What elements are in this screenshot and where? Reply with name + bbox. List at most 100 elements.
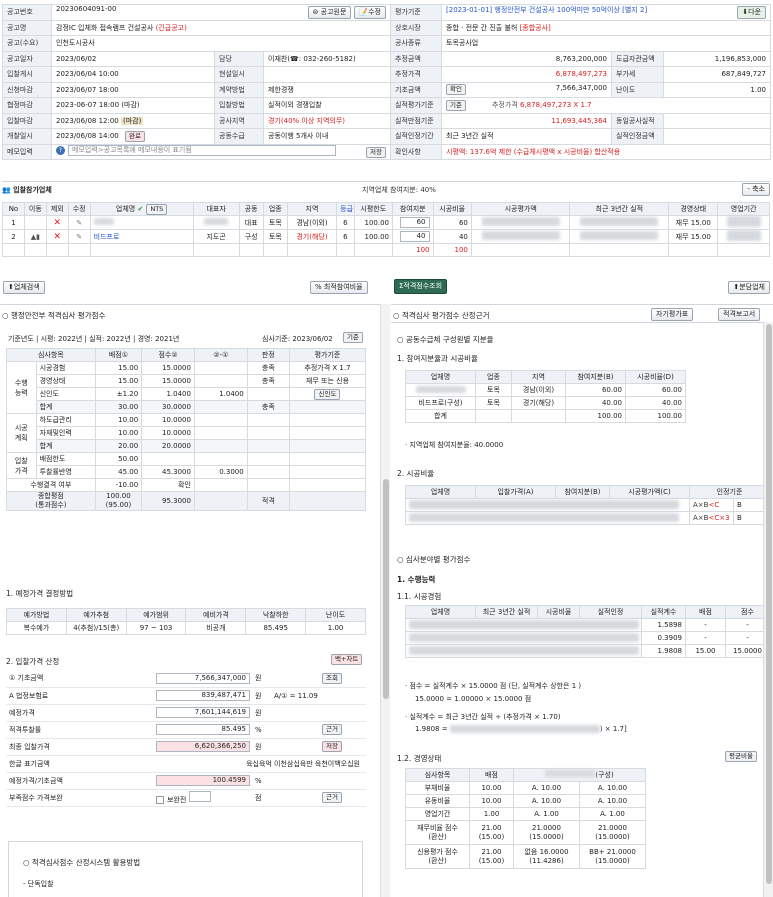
score-row: 종합평점 (통과점수) 100.00 (95.00) 95.3000 적격 (6, 491, 367, 511)
left-scrollbar[interactable] (380, 304, 390, 897)
supplement-checkbox[interactable] (156, 795, 164, 804)
self-eval-button[interactable]: 자기평가표 (651, 308, 694, 321)
score-group: 입찰가격 (6, 452, 37, 479)
mgmt-header: (구성) (513, 768, 646, 782)
move-icon[interactable]: ▲▮ (31, 233, 40, 241)
price-action-button[interactable]: 저장 (322, 741, 342, 752)
score-cell: 95.3000 (141, 491, 195, 511)
remove-icon[interactable]: ✕ (53, 218, 61, 228)
mgmt-row: 영업기간 1.00 A. 1.00 A. 1.00 (405, 807, 646, 821)
info-value: 기준 추정가격 6,878,497,273 X 1.7 (441, 97, 772, 114)
price-input[interactable]: 100.4599 (156, 775, 250, 786)
price-unit: 원 (252, 738, 272, 756)
share-input[interactable]: 40 (399, 231, 430, 242)
collapse-button[interactable]: - 축소 (742, 183, 770, 196)
participant-cell (717, 229, 770, 244)
price-input[interactable]: 85.495 (156, 724, 250, 735)
company-search-button[interactable]: ⬆업체검색 (3, 281, 45, 294)
chart-button[interactable]: 백+차트 (331, 654, 363, 665)
supplement-input[interactable] (188, 790, 211, 802)
credibility-button[interactable]: 신인도 (314, 388, 341, 400)
memo-input[interactable]: 메모입력>공고목록에 메모내용이 표기됨 (68, 145, 336, 157)
info-value: 감정IC 입체화 접속램프 건설공사 (긴급공고) (50, 19, 392, 36)
score-cell (193, 426, 248, 440)
participant-cell: 2 (2, 229, 25, 244)
info-label: 실적인정기간 (390, 128, 443, 145)
info-row: 공고(수요) 인천도시공사 공사종류 토목공사업 (2, 35, 772, 52)
done-tag: 완료 (124, 130, 145, 142)
mgmt-cell: 21.00 (15.00) (469, 820, 514, 845)
participant-cell: 토목 (262, 229, 288, 244)
experience-header: 배점 (685, 605, 726, 619)
s1-title: 1. 예정가격 결정방법 (6, 589, 74, 598)
score-cell: 투찰률반영 (35, 465, 96, 479)
price-unit: % (252, 721, 272, 739)
report-button[interactable]: 적격보고서 (718, 308, 761, 321)
score-cell (193, 491, 248, 511)
edit-icon[interactable]: ✎ (76, 219, 82, 227)
confirm-button[interactable]: 확인 (446, 84, 466, 96)
share-input[interactable]: 60 (399, 217, 430, 228)
score-cell (246, 387, 290, 401)
remove-icon[interactable]: ✕ (53, 232, 61, 242)
score-cell: 1.0400 (193, 387, 248, 401)
edit-button[interactable]: 📝수정 (354, 6, 387, 20)
score-cell (288, 452, 367, 466)
score-cell: 적격 (246, 491, 290, 511)
score-header: ②-① (193, 348, 248, 362)
score-cell: 충족 (246, 361, 290, 375)
price-row: 한글 표기금액 육십육억 이천삼십육만 육천이백오십원 (6, 755, 366, 773)
method-header: 난이도 (305, 608, 366, 622)
origin-button[interactable]: ⊜ 공고원문 (307, 6, 352, 20)
criteria-button[interactable]: 기준 (446, 99, 466, 111)
participant-cell (192, 215, 240, 230)
price-input[interactable]: 839,487,471 (156, 690, 250, 701)
exam-criteria-button[interactable]: 기준 (343, 332, 363, 343)
base-year: 기준년도 | 시평: 2022년 | 실적: 2022년 | 경영: 2021년 (8, 335, 180, 343)
price-action-button[interactable]: 근거 (322, 792, 342, 803)
price-input[interactable]: 6,620,366,250 (156, 741, 250, 752)
share-table: 업체명 업종 지역 참여지분(B) 시공비율(D) 토목 경남(이외) 60.00 60.00 비… (405, 370, 686, 423)
memo-save-button[interactable]: 저장 (366, 147, 387, 159)
participant-cell (262, 243, 288, 257)
price-label: 예정가격/기초금액 (6, 772, 156, 790)
score-row: 투찰률반영 45.00 45.3000 0.3000 (7, 465, 367, 479)
price-input[interactable]: 7,566,347,000 (156, 672, 250, 684)
info-value: ? 메모입력>공고목록에 메모내용이 표기됨 저장 (50, 143, 392, 160)
participant-cell (23, 243, 47, 257)
price-row: A 법정보험료 839,487,471 원 A/① = 11.09 (6, 687, 366, 705)
col-header: 영업기간 (717, 202, 770, 216)
col-header: 참여지분 (391, 202, 434, 216)
score-row: 합계 20.00 20.0000 (7, 439, 367, 453)
share-company-button[interactable]: ⬆분담업체 (728, 281, 770, 294)
participant-row: 2 ▲▮ ✕ ✎ 비드프로 지도곤 구성 토목 경기(해당) 6 100.00 40 40 재무 15.0… (2, 229, 770, 244)
info-value: 1.00 (663, 81, 772, 98)
col-header: 업종 (262, 202, 288, 216)
score-query-button[interactable]: Σ적격점수조회 (394, 279, 448, 294)
avg-ratio-button[interactable]: 평균비율 (725, 751, 757, 762)
help-icon[interactable]: ? (56, 146, 65, 156)
info-value: 2023/06/07 18:00 (51, 81, 215, 98)
info-row: 공고일자 2023/06/02 담당 이재찬(☎: 032-260-5182) 추정금액… (2, 50, 772, 67)
participant-cell (89, 215, 194, 230)
users-icon: 👥 (2, 186, 11, 194)
share-cell (475, 409, 512, 423)
right-scrollbar[interactable] (763, 322, 773, 897)
col-header: 등급 (336, 202, 355, 216)
price-input[interactable]: 7,601,144,619 (156, 707, 250, 718)
participant-cell (238, 243, 264, 257)
edit-icon[interactable]: ✎ (76, 233, 82, 241)
optimal-ratio-button[interactable]: % 최적참여비율 (310, 281, 368, 294)
participant-cell (23, 215, 47, 230)
info-value (663, 112, 772, 129)
price-action-button[interactable]: 조회 (322, 672, 342, 684)
score-cell (193, 374, 248, 388)
formula-2: 15.0000 = 1.00000 × 15.0000 점 (415, 695, 532, 703)
download-button[interactable]: ⬇다운 (737, 6, 767, 20)
price-value: 6,620,366,250 (156, 738, 252, 756)
nts-button[interactable]: NTS (146, 203, 168, 215)
score-cell (193, 478, 248, 492)
score-cell (193, 452, 248, 466)
price-extra: 근거 (272, 789, 366, 807)
price-action-button[interactable]: 근거 (322, 724, 342, 735)
